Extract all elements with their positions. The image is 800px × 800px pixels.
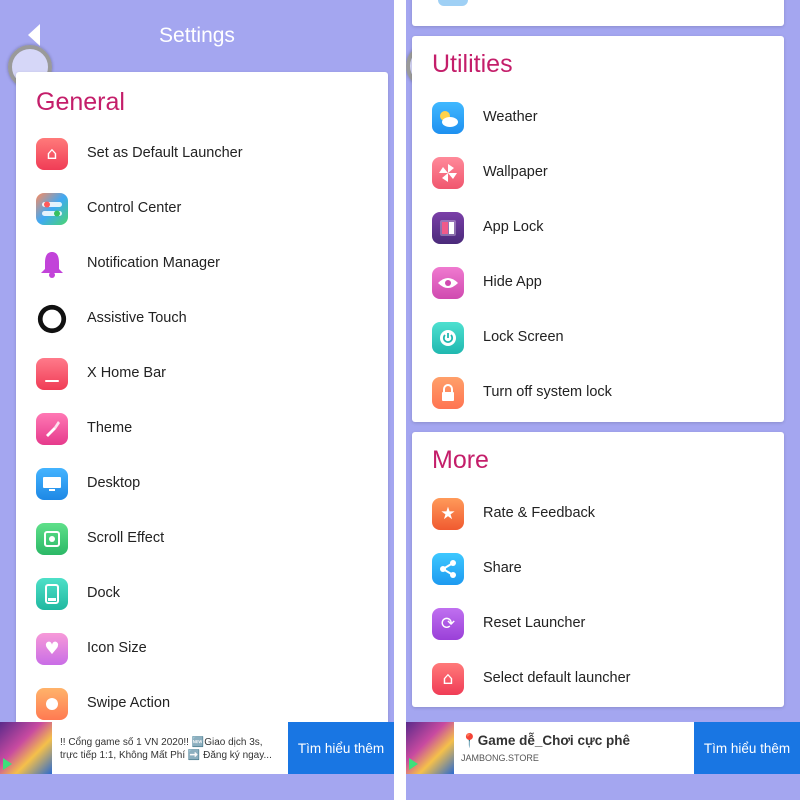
more-item-select-default-launcher[interactable]: ⌂ Select default launcher xyxy=(412,653,784,708)
pinwheel-icon xyxy=(432,157,464,189)
utility-item-weather[interactable]: Weather xyxy=(412,92,784,147)
learn-more-button[interactable]: Tìm hiểu thêm xyxy=(288,722,394,774)
setting-item-notification-manager[interactable]: Notification Manager xyxy=(16,238,388,293)
setting-item-label: Control Center xyxy=(87,200,182,216)
monitor-icon xyxy=(36,468,68,500)
top-bar: Settings xyxy=(0,0,394,72)
more-item-label: Select default launcher xyxy=(483,670,631,686)
utility-item-wallpaper[interactable]: Wallpaper xyxy=(412,147,784,202)
setting-item-theme[interactable]: Theme xyxy=(16,403,388,458)
setting-item-label: Swipe Action xyxy=(87,695,171,711)
assistive-touch-icon xyxy=(36,303,68,335)
settings-screen-left: Settings General ⌂ Set as Default Launch… xyxy=(0,0,394,800)
weather-icon xyxy=(432,102,464,134)
lock-icon xyxy=(432,212,464,244)
general-section-title: General xyxy=(36,88,125,116)
eye-icon xyxy=(432,267,464,299)
utility-item-label: App Lock xyxy=(483,219,544,235)
more-card: More ★ Rate & Feedback Share ⟳ Reset Lau… xyxy=(412,432,784,707)
power-icon xyxy=(432,322,464,354)
utility-item-hide-app[interactable]: Hide App xyxy=(412,257,784,312)
utility-item-label: Lock Screen xyxy=(483,329,564,345)
utility-item-label: Weather xyxy=(483,109,538,125)
learn-more-button[interactable]: Tìm hiểu thêm xyxy=(694,722,800,774)
setting-item-dock[interactable]: Dock xyxy=(16,568,388,623)
star-icon: ★ xyxy=(432,498,464,530)
setting-item-icon-size[interactable]: ♥ Icon Size xyxy=(16,623,388,678)
setting-item-x-home-bar[interactable]: X Home Bar xyxy=(16,348,388,403)
page-title: Settings xyxy=(159,24,235,47)
partial-icon xyxy=(438,0,468,6)
utility-item-turn-off-system-lock[interactable]: Turn off system lock xyxy=(412,367,784,422)
heart-icon: ♥ xyxy=(36,633,68,665)
more-item-label: Reset Launcher xyxy=(483,615,586,631)
utilities-section-title: Utilities xyxy=(432,50,513,78)
ad-thumbnail xyxy=(406,722,454,774)
ad-text: !! Cổng game số 1 VN 2020!! 🆕Giao dịch 3… xyxy=(60,737,272,761)
scroll-effect-icon xyxy=(36,523,68,555)
ad-title: 📍Game dễ_Chơi cực phê xyxy=(461,733,630,748)
setting-item-assistive-touch[interactable]: Assistive Touch xyxy=(16,293,388,348)
more-item-share[interactable]: Share xyxy=(412,543,784,598)
previous-card-bottom xyxy=(412,0,784,26)
setting-item-label: Assistive Touch xyxy=(87,310,187,326)
home-icon: ⌂ xyxy=(36,138,68,170)
settings-screen-right: Utilities Weather Wallpaper App Lock Hid… xyxy=(406,0,800,800)
padlock-icon xyxy=(432,377,464,409)
control-center-icon xyxy=(36,193,68,225)
dock-icon xyxy=(36,578,68,610)
setting-item-scroll-effect[interactable]: Scroll Effect xyxy=(16,513,388,568)
ad-banner[interactable]: !! Cổng game số 1 VN 2020!! 🆕Giao dịch 3… xyxy=(0,722,394,774)
play-icon xyxy=(409,758,418,770)
utility-item-label: Hide App xyxy=(483,274,542,290)
setting-item-control-center[interactable]: Control Center xyxy=(16,183,388,238)
paintbrush-icon xyxy=(36,413,68,445)
setting-item-label: Scroll Effect xyxy=(87,530,165,546)
setting-item-default-launcher[interactable]: ⌂ Set as Default Launcher xyxy=(16,128,388,183)
utility-item-app-lock[interactable]: App Lock xyxy=(412,202,784,257)
more-item-label: Share xyxy=(483,560,522,576)
utility-item-label: Wallpaper xyxy=(483,164,548,180)
utilities-card: Utilities Weather Wallpaper App Lock Hid… xyxy=(412,36,784,422)
share-icon xyxy=(432,553,464,585)
setting-item-label: Dock xyxy=(87,585,121,601)
setting-item-label: Notification Manager xyxy=(87,255,220,271)
refresh-icon: ⟳ xyxy=(432,608,464,640)
more-item-rate-feedback[interactable]: ★ Rate & Feedback xyxy=(412,488,784,543)
swipe-icon xyxy=(36,688,68,720)
home-icon: ⌂ xyxy=(432,663,464,695)
setting-item-label: Icon Size xyxy=(87,640,147,656)
setting-item-label: Theme xyxy=(87,420,133,436)
setting-item-label: Set as Default Launcher xyxy=(87,145,243,161)
screenshot-divider xyxy=(394,0,406,800)
setting-item-label: X Home Bar xyxy=(87,365,166,381)
general-card: General ⌂ Set as Default Launcher Contro… xyxy=(16,72,388,732)
play-icon xyxy=(3,758,12,770)
more-item-label: Rate & Feedback xyxy=(483,505,596,521)
utility-item-label: Turn off system lock xyxy=(483,384,612,400)
utility-item-lock-screen[interactable]: Lock Screen xyxy=(412,312,784,367)
more-item-reset-launcher[interactable]: ⟳ Reset Launcher xyxy=(412,598,784,653)
more-section-title: More xyxy=(432,446,489,474)
setting-item-label: Desktop xyxy=(87,475,141,491)
ad-thumbnail xyxy=(0,722,52,774)
bell-icon xyxy=(36,248,68,280)
ad-banner[interactable]: 📍Game dễ_Chơi cực phê JAMBONG.STORE Tìm … xyxy=(406,722,800,774)
home-bar-icon xyxy=(36,358,68,390)
setting-item-desktop[interactable]: Desktop xyxy=(16,458,388,513)
ad-source: JAMBONG.STORE xyxy=(461,753,539,763)
